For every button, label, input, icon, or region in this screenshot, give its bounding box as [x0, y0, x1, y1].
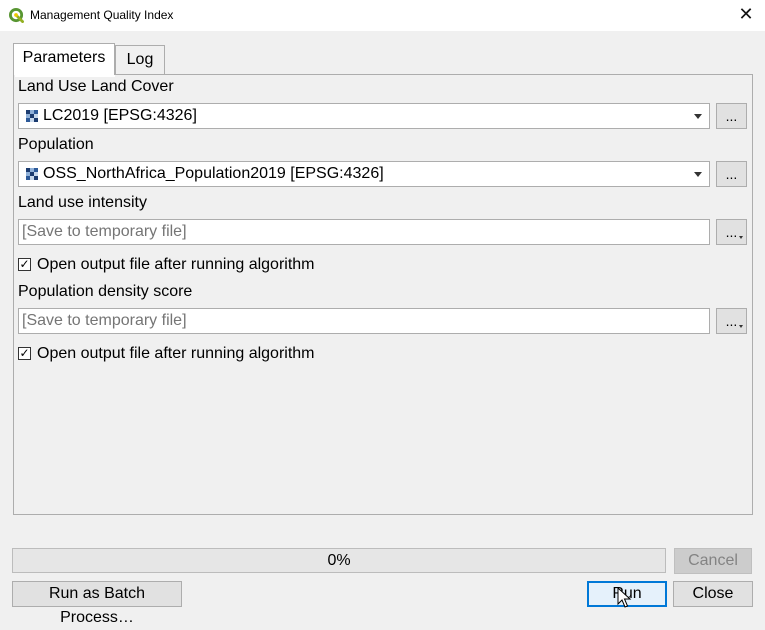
population-browse-button[interactable]: ... — [716, 161, 747, 187]
checkbox-checked-icon[interactable]: ✓ — [18, 258, 31, 271]
land-use-intensity-browse-button[interactable]: ... — [716, 219, 747, 245]
land-use-intensity-label: Land use intensity — [18, 194, 147, 211]
window-title: Management Quality Index — [30, 8, 174, 22]
population-combobox[interactable]: OSS_NorthAfrica_Population2019 [EPSG:432… — [18, 161, 710, 187]
population-density-output-field[interactable] — [18, 308, 710, 334]
qgis-logo-icon — [9, 8, 24, 23]
caret-down-icon — [739, 325, 743, 328]
close-icon[interactable]: ✕ — [737, 5, 755, 23]
land-use-intensity-open-output-label: Open output file after running algorithm — [37, 256, 315, 273]
progress-bar: 0% — [12, 548, 666, 573]
run-button[interactable]: Run — [587, 581, 667, 607]
tab-log[interactable]: Log — [115, 45, 165, 75]
population-value: OSS_NorthAfrica_Population2019 [EPSG:432… — [43, 165, 384, 182]
chevron-down-icon — [694, 172, 702, 177]
land-use-combobox[interactable]: LC2019 [EPSG:4326] — [18, 103, 710, 129]
raster-layer-icon — [26, 110, 38, 122]
chevron-down-icon — [694, 114, 702, 119]
title-bar: Management Quality Index ✕ — [0, 0, 765, 32]
population-density-browse-label: ... — [725, 313, 738, 329]
land-use-browse-button[interactable]: ... — [716, 103, 747, 129]
run-as-batch-button[interactable]: Run as Batch Process… — [12, 581, 182, 626]
progress-text: 0% — [327, 552, 351, 569]
population-density-browse-button[interactable]: ... — [716, 308, 747, 334]
land-use-intensity-output-field[interactable] — [18, 219, 710, 245]
land-use-intensity-browse-label: ... — [725, 224, 738, 240]
population-density-label: Population density score — [18, 283, 193, 300]
land-use-value: LC2019 [EPSG:4326] — [43, 107, 197, 124]
tab-parameters[interactable]: Parameters — [13, 43, 115, 75]
close-button[interactable]: Close — [673, 581, 753, 607]
cancel-button[interactable]: Cancel — [674, 548, 752, 574]
land-use-label: Land Use Land Cover — [18, 78, 174, 95]
population-label: Population — [18, 136, 94, 153]
population-density-open-output-label: Open output file after running algorithm — [37, 345, 315, 362]
caret-down-icon — [739, 236, 743, 239]
checkbox-checked-icon[interactable]: ✓ — [18, 347, 31, 360]
raster-layer-icon — [26, 168, 38, 180]
